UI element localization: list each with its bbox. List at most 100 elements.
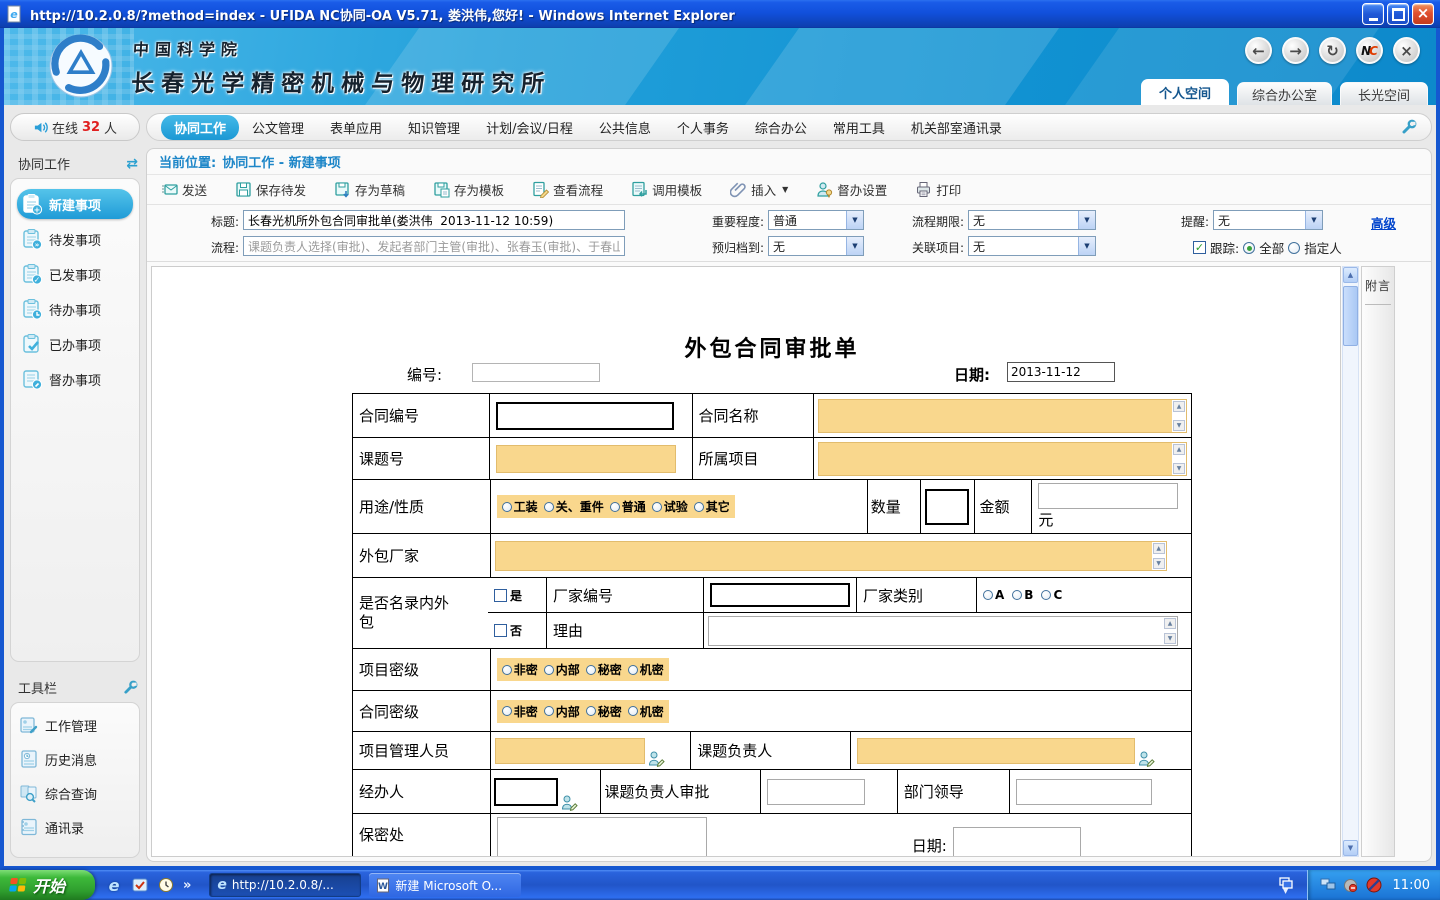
scroll-spinner[interactable]: ▲▼ (1172, 400, 1186, 432)
date-input[interactable] (1007, 362, 1115, 382)
amount-input[interactable] (1038, 483, 1178, 509)
track-checkbox[interactable]: ✓ (1193, 241, 1206, 254)
menu-item-plan[interactable]: 计划/会议/日程 (473, 115, 586, 140)
usage-option[interactable]: 工装 (502, 498, 538, 515)
tool-item-work-mgmt[interactable]: 工作管理 (17, 711, 133, 739)
secret-option[interactable]: 内部 (544, 703, 580, 720)
dropdown-arrow-icon[interactable]: ▼ (1078, 211, 1095, 229)
menu-item-forms[interactable]: 表单应用 (317, 115, 395, 140)
muted-tray-icon[interactable] (1343, 877, 1359, 893)
usage-option[interactable]: 普通 (610, 498, 646, 515)
online-users-button[interactable]: 在线 32 人 (10, 113, 140, 141)
quick-launch-chevron-icon[interactable]: » (183, 878, 191, 893)
scroll-up-icon[interactable]: ▲ (1153, 543, 1165, 554)
menu-item-directory[interactable]: 机关部室通讯录 (898, 115, 1015, 140)
secrecy-input[interactable] (497, 817, 707, 857)
nav-forward-button[interactable]: → (1282, 37, 1309, 64)
sidebar-item-pending[interactable]: 待办事项 (17, 294, 133, 324)
flow-input[interactable] (243, 236, 625, 256)
nc-logo-button[interactable]: NC (1356, 37, 1383, 64)
secret-option[interactable]: 机密 (628, 661, 664, 678)
menu-item-public-info[interactable]: 公共信息 (586, 115, 664, 140)
scroll-spinner[interactable]: ▲▼ (1163, 617, 1177, 645)
secret-option[interactable]: 非密 (502, 703, 538, 720)
advanced-link[interactable]: 高级 (1371, 213, 1396, 232)
clock[interactable]: 11:00 (1393, 878, 1430, 893)
supervise-settings-button[interactable]: 督办设置 (816, 180, 887, 199)
dropdown-arrow-icon[interactable]: ▼ (1078, 237, 1095, 255)
menu-item-knowledge[interactable]: 知识管理 (395, 115, 473, 140)
network-tray-icon[interactable] (1320, 877, 1336, 893)
subject-no-input[interactable] (496, 445, 676, 473)
attachment-tab[interactable]: 附言 (1362, 267, 1394, 294)
secret-option[interactable]: 非密 (502, 661, 538, 678)
toolbar-chevron[interactable]: ▼ (1279, 877, 1293, 894)
person-picker-icon[interactable] (648, 750, 665, 767)
usage-option[interactable]: 关、重件 (544, 498, 604, 515)
usage-option[interactable]: 其它 (694, 498, 730, 515)
nav-refresh-button[interactable]: ↻ (1319, 37, 1346, 64)
sidebar-item-new[interactable]: + 新建事项 (17, 189, 133, 219)
quick-launch-ie-icon[interactable]: e (105, 876, 123, 894)
menu-item-docs[interactable]: 公文管理 (239, 115, 317, 140)
person-picker-icon[interactable] (1138, 750, 1155, 767)
scroll-down-icon[interactable]: ▼ (1153, 558, 1165, 569)
vendor-type-option[interactable]: C (1041, 588, 1062, 602)
menu-item-collab[interactable]: 协同工作 (161, 115, 239, 140)
start-button[interactable]: 开始 (0, 870, 95, 900)
leader-input[interactable] (857, 738, 1135, 764)
toolbox-wrench-icon[interactable] (123, 680, 138, 695)
usage-option[interactable]: 试验 (652, 498, 688, 515)
vendor-type-option[interactable]: A (983, 588, 1004, 602)
title-input[interactable] (243, 210, 625, 230)
vendor-no-input[interactable] (710, 583, 850, 607)
scroll-up-icon[interactable]: ▲ (1173, 401, 1185, 412)
sidebar-item-done[interactable]: 已办事项 (17, 329, 133, 359)
menu-item-office[interactable]: 综合办公 (742, 115, 820, 140)
scrollbar-down-button[interactable]: ▼ (1343, 840, 1358, 856)
quick-launch-app-icon[interactable] (131, 876, 149, 894)
scroll-down-icon[interactable]: ▼ (1173, 463, 1185, 474)
contract-no-input[interactable] (496, 402, 674, 430)
related-select[interactable]: 无 ▼ (968, 236, 1096, 256)
number-input[interactable] (472, 363, 600, 382)
use-template-button[interactable]: 调用模板 (631, 180, 702, 199)
scroll-down-icon[interactable]: ▼ (1173, 420, 1185, 431)
maximize-button[interactable] (1387, 3, 1409, 25)
scroll-spinner[interactable]: ▲▼ (1152, 542, 1166, 570)
tool-item-contacts[interactable]: 通讯录 (17, 813, 133, 841)
tab-changguang-space[interactable]: 长光空间 (1340, 82, 1428, 105)
project-textarea[interactable]: ▲▼ (818, 442, 1187, 476)
tool-item-search[interactable]: 综合查询 (17, 779, 133, 807)
handler-input[interactable] (494, 778, 558, 806)
scrollbar-thumb[interactable] (1343, 286, 1358, 346)
directory-no-option[interactable]: 否 (494, 622, 522, 639)
save-draft-button[interactable]: 存为草稿 (334, 180, 405, 199)
scrollbar-up-button[interactable]: ▲ (1343, 267, 1358, 283)
importance-select[interactable]: 普通 ▼ (768, 210, 864, 230)
qty-input[interactable] (925, 489, 969, 525)
secret-option[interactable]: 秘密 (586, 661, 622, 678)
track-all-radio[interactable] (1243, 242, 1255, 254)
secret-option[interactable]: 内部 (544, 661, 580, 678)
tab-office-space[interactable]: 综合办公室 (1237, 82, 1332, 105)
leader-approve-input[interactable] (767, 779, 865, 805)
secret-option[interactable]: 机密 (628, 703, 664, 720)
breadcrumb-path[interactable]: 协同工作 - 新建事项 (222, 152, 340, 171)
vendor-type-option[interactable]: B (1012, 588, 1033, 602)
quick-launch-clock-icon[interactable] (157, 876, 175, 894)
dept-input[interactable] (1016, 779, 1152, 805)
nav-back-button[interactable]: ← (1245, 37, 1272, 64)
send-button[interactable]: 发送 (161, 180, 207, 199)
save-template-button[interactable]: 存为模板 (433, 180, 504, 199)
reason-textarea[interactable]: ▲▼ (708, 616, 1178, 646)
dropdown-arrow-icon[interactable]: ▼ (846, 237, 863, 255)
tab-personal-space[interactable]: 个人空间 (1141, 79, 1229, 105)
minimize-button[interactable] (1362, 3, 1384, 25)
print-button[interactable]: 打印 (915, 180, 961, 199)
sidebar-item-to-send[interactable]: » 待发事项 (17, 224, 133, 254)
deadline-select[interactable]: 无 ▼ (968, 210, 1096, 230)
tool-item-history[interactable]: 历史消息 (17, 745, 133, 773)
scroll-up-icon[interactable]: ▲ (1173, 444, 1185, 455)
person-picker-icon[interactable] (561, 794, 578, 811)
